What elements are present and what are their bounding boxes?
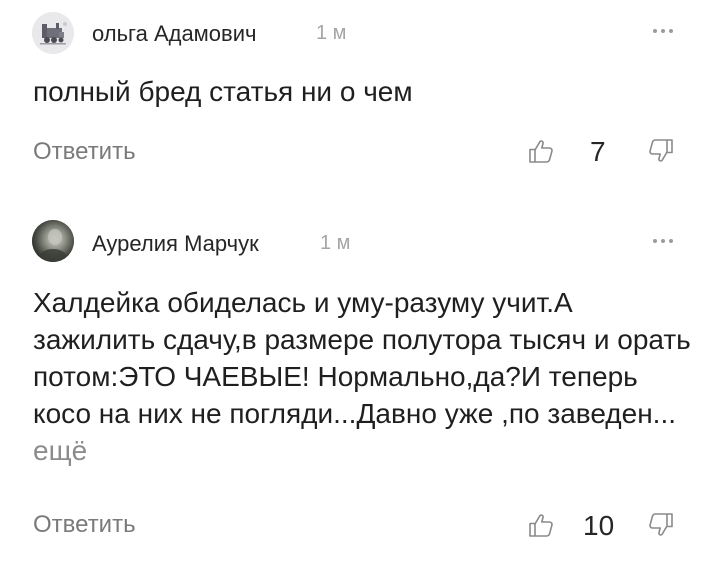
author-name[interactable]: ольга Адамович <box>92 21 256 47</box>
reply-button[interactable]: Ответить <box>33 138 136 166</box>
more-options-icon[interactable] <box>648 234 678 248</box>
user-photo <box>32 220 74 262</box>
timestamp: 1 м <box>316 22 347 44</box>
reply-button[interactable]: Ответить <box>33 511 136 539</box>
thumbs-up-icon[interactable] <box>527 137 555 165</box>
more-options-icon[interactable] <box>648 24 678 38</box>
avatar[interactable] <box>32 12 74 54</box>
thumbs-down-icon[interactable] <box>647 511 675 539</box>
steam-locomotive-icon <box>32 12 74 54</box>
thumbs-down-icon[interactable] <box>647 137 675 165</box>
comment-text: Халдейка обиделась и уму-разуму учит.А з… <box>33 284 693 469</box>
thumbs-up-icon[interactable] <box>527 511 555 539</box>
comment-text: полный бред статья ни о чем <box>33 73 693 110</box>
author-name[interactable]: Аурелия Марчук <box>92 231 259 257</box>
expand-link[interactable]: ещё <box>33 435 87 466</box>
timestamp: 1 м <box>320 232 351 254</box>
likes-count: 10 <box>583 510 615 541</box>
avatar[interactable] <box>32 220 74 262</box>
comment-body: полный бред статья ни о чем <box>33 76 413 107</box>
comment-body: Халдейка обиделась и уму-разуму учит.А з… <box>33 287 691 429</box>
comment: ольга Адамович 1 м полный бред статья ни… <box>0 0 720 200</box>
comment: Аурелия Марчук 1 м Халдейка обиделась и … <box>0 200 720 581</box>
likes-count: 7 <box>590 136 606 167</box>
